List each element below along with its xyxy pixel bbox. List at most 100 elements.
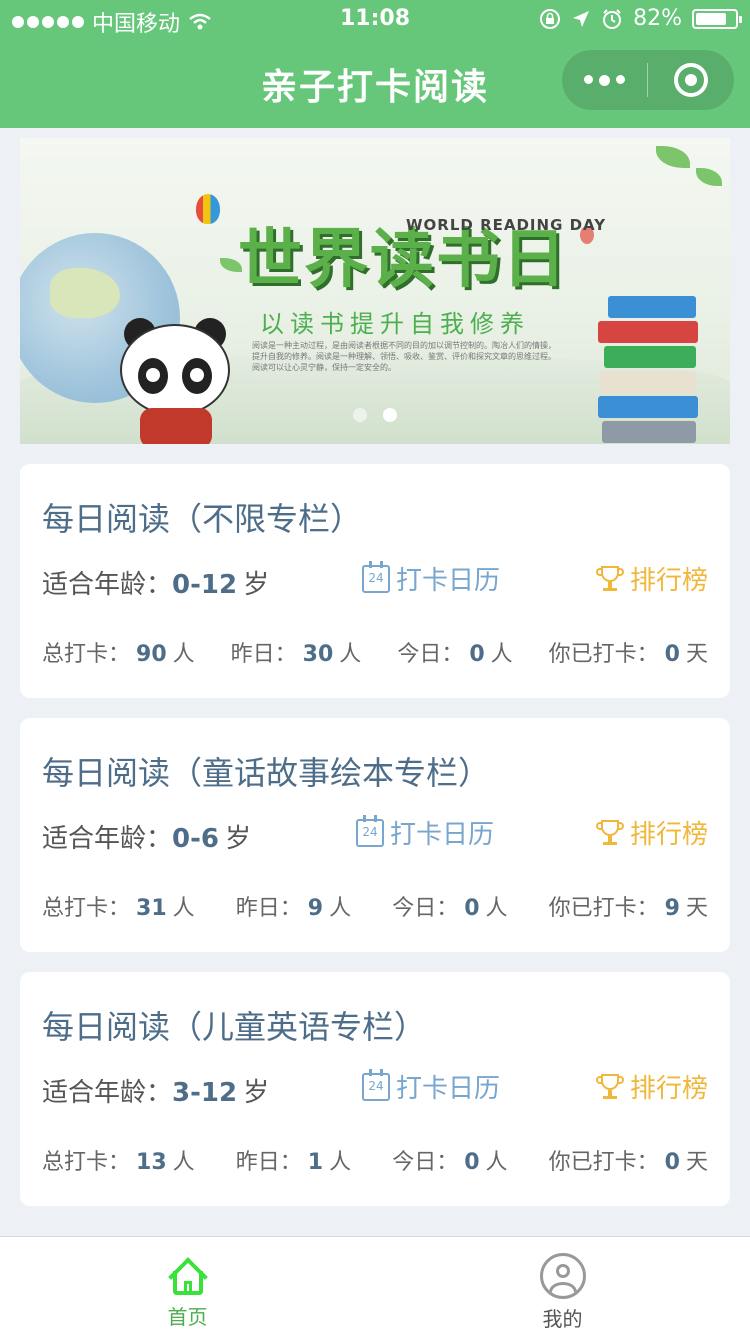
age-value: 0-6 (172, 824, 219, 854)
stat-unit: 天 (685, 642, 708, 667)
stat-value: 0 (664, 1150, 680, 1175)
age-label: 适合年龄： (42, 570, 173, 600)
stat-value: 0 (464, 896, 480, 921)
stat-item: 昨日： 30 人 (231, 636, 362, 668)
card-age: 适合年龄：0-12 岁 (42, 564, 269, 601)
banner-carousel[interactable]: 世界读书日 WORLD READING DAY 以读书提升自我修养 阅读是一种主… (20, 138, 730, 444)
reading-card[interactable]: 每日阅读（儿童英语专栏） 适合年龄：3-12 岁 24 打卡日历 排行榜 总打卡：… (20, 972, 730, 1206)
leaderboard-button[interactable]: 排行榜 (595, 560, 708, 597)
carousel-dot-active[interactable] (383, 408, 397, 422)
tab-bar: 首页 我的 (0, 1236, 750, 1334)
carousel-dot[interactable] (353, 408, 367, 422)
tab-me-label: 我的 (542, 1307, 583, 1331)
stat-item: 你已打卡： 0 天 (549, 1144, 708, 1176)
battery-icon (692, 8, 742, 29)
calendar-icon: 24 (356, 814, 384, 847)
stat-label: 昨日： (235, 1150, 302, 1175)
stat-label: 你已打卡： (548, 896, 659, 921)
globe-land (50, 268, 120, 318)
trophy-icon (595, 1072, 624, 1102)
stat-value: 9 (664, 896, 680, 921)
stat-item: 你已打卡： 9 天 (549, 890, 708, 922)
age-label: 适合年龄： (42, 1078, 173, 1108)
stat-unit: 人 (172, 1150, 195, 1175)
stat-item: 你已打卡： 0 天 (549, 636, 708, 668)
stat-unit: 人 (329, 1150, 352, 1175)
stat-value: 31 (136, 896, 167, 921)
more-icon[interactable] (562, 74, 647, 86)
age-label: 适合年龄： (42, 824, 173, 854)
stat-item: 总打卡： 13 人 (42, 1144, 195, 1176)
leaderboard-label: 排行榜 (629, 820, 708, 850)
status-bar: 中国移动 11:08 82% (0, 0, 750, 40)
mini-program-capsule (562, 50, 734, 110)
calendar-icon: 24 (362, 560, 390, 593)
age-unit: 岁 (243, 570, 270, 600)
leaderboard-button[interactable]: 排行榜 (595, 814, 708, 851)
card-title: 每日阅读（不限专栏） (42, 500, 363, 538)
battery-fill (696, 12, 727, 25)
card-stats: 总打卡： 13 人 昨日： 1 人 今日： 0 人 你已打卡： 0 天 (42, 1144, 708, 1176)
stat-item: 昨日： 9 人 (236, 890, 351, 922)
stat-value: 30 (302, 642, 334, 667)
banner-body-text: 阅读是一种主动过程，是由阅读者根据不同的目的加以调节控制的。陶冶人们的情操，提升… (252, 341, 556, 372)
stat-value: 0 (464, 1150, 480, 1175)
banner-title-en: WORLD READING DAY (406, 216, 607, 234)
stat-unit: 人 (172, 642, 195, 667)
leaderboard-label: 排行榜 (629, 566, 708, 596)
card-title: 每日阅读（童话故事绘本专栏） (42, 754, 491, 792)
hot-air-balloon-illustration (196, 194, 220, 224)
profile-icon (539, 1253, 586, 1299)
leaderboard-button[interactable]: 排行榜 (595, 1068, 708, 1105)
age-value: 0-12 (172, 570, 238, 600)
trophy-icon (595, 818, 624, 848)
battery-percent: 82% (633, 6, 682, 31)
alarm-icon (603, 8, 622, 29)
leaf-illustration (656, 146, 690, 168)
leaderboard-label: 排行榜 (629, 1074, 708, 1104)
calendar-button[interactable]: 24 打卡日历 (356, 814, 494, 851)
stat-item: 今日： 0 人 (392, 890, 507, 922)
stat-unit: 天 (685, 1150, 708, 1175)
age-unit: 岁 (243, 1078, 270, 1108)
stat-value: 1 (307, 1150, 324, 1175)
stat-unit: 人 (329, 896, 352, 921)
stat-unit: 人 (339, 642, 362, 667)
stat-label: 总打卡： (42, 642, 131, 667)
tab-home[interactable]: 首页 (0, 1237, 375, 1334)
stat-unit: 人 (172, 896, 195, 921)
app-header: 中国移动 11:08 82% 亲子打卡阅读 (0, 0, 750, 128)
close-circle-icon (673, 63, 708, 97)
calendar-button[interactable]: 24 打卡日历 (362, 1068, 500, 1105)
close-button[interactable] (648, 63, 733, 97)
stat-item: 今日： 0 人 (397, 636, 512, 668)
banner-subtitle: 以读书提升自我修养 (260, 310, 530, 338)
stat-item: 昨日： 1 人 (236, 1144, 351, 1176)
stat-label: 你已打卡： (548, 1150, 659, 1175)
tab-me[interactable]: 我的 (375, 1237, 750, 1334)
card-stats: 总打卡： 90 人 昨日： 30 人 今日： 0 人 你已打卡： 0 天 (42, 636, 708, 668)
stat-unit: 人 (485, 896, 508, 921)
calendar-button[interactable]: 24 打卡日历 (362, 560, 500, 597)
age-unit: 岁 (225, 824, 252, 854)
stat-value: 0 (664, 642, 680, 667)
card-age: 适合年龄：3-12 岁 (42, 1072, 269, 1109)
stat-item: 总打卡： 31 人 (42, 890, 195, 922)
card-stats: 总打卡： 31 人 昨日： 9 人 今日： 0 人 你已打卡： 9 天 (42, 890, 708, 922)
calendar-label: 打卡日历 (390, 820, 495, 850)
stat-unit: 人 (485, 1150, 508, 1175)
reading-card[interactable]: 每日阅读（童话故事绘本专栏） 适合年龄：0-6 岁 24 打卡日历 排行榜 总打卡… (20, 718, 730, 952)
stat-label: 今日： (397, 642, 464, 667)
leaf-illustration (696, 168, 722, 186)
stat-value: 0 (469, 642, 485, 667)
stat-value: 90 (136, 642, 167, 667)
stat-unit: 人 (490, 642, 513, 667)
tab-home-label: 首页 (167, 1305, 208, 1329)
reading-card[interactable]: 每日阅读（不限专栏） 适合年龄：0-12 岁 24 打卡日历 排行榜 总打卡： 90… (20, 464, 730, 698)
calendar-label: 打卡日历 (396, 1074, 501, 1104)
orientation-lock-icon (540, 8, 561, 29)
stat-label: 今日： (392, 896, 459, 921)
location-icon (573, 10, 590, 27)
stat-item: 总打卡： 90 人 (42, 636, 195, 668)
stat-value: 13 (136, 1150, 167, 1175)
